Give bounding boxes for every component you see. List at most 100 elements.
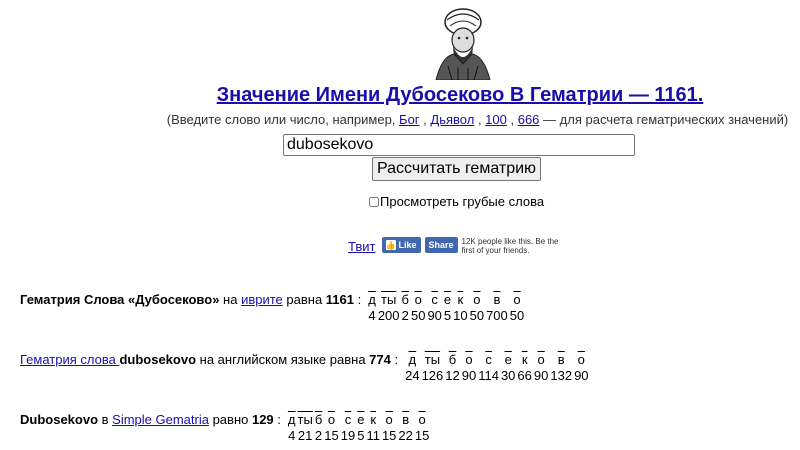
result-lead: Гематрия Слова «Дубосеково» на иврите ра… bbox=[20, 292, 361, 308]
letter-char: ты bbox=[424, 352, 441, 367]
rude-words-toggle[interactable]: Просмотреть грубые слова bbox=[369, 194, 544, 209]
letter-value: 19 bbox=[340, 428, 356, 443]
letter-cell: о 15 bbox=[323, 412, 339, 444]
portrait-illustration bbox=[435, 8, 491, 80]
hint-prefix: (Введите слово или число, например, bbox=[166, 112, 396, 127]
letter-cell: е5 bbox=[443, 292, 452, 324]
letter-char: с bbox=[485, 352, 492, 367]
letter-char: ты bbox=[297, 412, 313, 427]
english-gematria-link[interactable]: Гематрия слова bbox=[20, 352, 119, 367]
letter-cell: в 132 bbox=[549, 352, 573, 384]
letter-breakdown: д 24 ты 126 б 12 о 90 с 114 е 30 к 66 о 90 в 132 о 90 bbox=[404, 352, 589, 384]
letter-cell: ты 126 bbox=[421, 352, 445, 384]
letter-cell: с 90 bbox=[426, 292, 442, 324]
result-text: равна bbox=[282, 292, 326, 307]
letter-char: к bbox=[370, 412, 377, 427]
result-word: dubosekovo bbox=[119, 352, 197, 367]
letter-value: 90 bbox=[574, 368, 589, 383]
letter-char: о bbox=[537, 352, 545, 367]
letter-cell: д 24 bbox=[404, 352, 420, 384]
letter-char: в bbox=[402, 412, 410, 427]
result-colon: : bbox=[353, 292, 362, 307]
result-text: в bbox=[98, 412, 113, 427]
letter-cell: с 114 bbox=[477, 352, 500, 384]
letter-value: 126 bbox=[421, 368, 444, 383]
letter-char: о bbox=[577, 352, 585, 367]
letter-value: 11 bbox=[366, 428, 380, 443]
input-hint: (Введите слово или число, например, Бог … bbox=[166, 112, 789, 127]
letter-char: е bbox=[357, 412, 365, 427]
rude-words-label: Просмотреть грубые слова bbox=[380, 194, 545, 209]
simple-gematria-link[interactable]: Simple Gematria bbox=[112, 412, 209, 427]
result-value: 1161 bbox=[325, 292, 354, 307]
letter-cell: о 90 bbox=[461, 352, 477, 384]
letter-value: 5 bbox=[443, 308, 452, 323]
rude-words-checkbox[interactable] bbox=[369, 196, 379, 207]
letter-breakdown: д 4 ты 21 б 2 о 15 с 19 е 5 к 11 о 15 в 22 о 15 bbox=[287, 412, 430, 444]
letter-value: 30 bbox=[500, 368, 516, 383]
letter-cell: о 50 bbox=[509, 292, 525, 324]
result-title: Гематрия Слова «Дубосеково» bbox=[20, 292, 220, 307]
letter-char: д bbox=[368, 292, 376, 307]
letter-value: 10 bbox=[453, 308, 468, 323]
letter-cell: б2 bbox=[314, 412, 323, 444]
letter-cell: д4 bbox=[367, 292, 377, 324]
letter-value: 15 bbox=[381, 428, 397, 443]
letter-char: б bbox=[448, 352, 457, 367]
letter-value: 15 bbox=[324, 428, 339, 443]
letter-char: о bbox=[385, 412, 393, 427]
facebook-share-button[interactable]: Share bbox=[424, 237, 458, 253]
result-row-english: Гематрия слова dubosekovo на английском … bbox=[20, 352, 590, 384]
letter-cell: в 22 bbox=[397, 412, 413, 444]
hint-link-666[interactable]: 666 bbox=[518, 112, 540, 127]
letter-char: б bbox=[401, 292, 409, 307]
tweet-link[interactable]: Твит bbox=[348, 239, 376, 254]
letter-char: е bbox=[504, 352, 512, 367]
letter-cell: ты 21 bbox=[297, 412, 314, 444]
letter-char: в bbox=[493, 292, 501, 307]
letter-char: б bbox=[314, 412, 323, 427]
result-colon: : bbox=[273, 412, 281, 427]
share-label: Share bbox=[428, 240, 454, 250]
letter-char: о bbox=[327, 412, 336, 427]
hint-link-god[interactable]: Бог bbox=[399, 112, 420, 127]
facebook-like-button[interactable]: 👍 Like bbox=[381, 237, 421, 253]
letter-char: о bbox=[465, 352, 473, 367]
search-input[interactable] bbox=[283, 134, 635, 156]
result-text: на bbox=[219, 292, 242, 307]
hint-link-devil[interactable]: Дьявол bbox=[430, 112, 474, 127]
letter-value: 2 bbox=[314, 428, 323, 443]
letter-cell: е 30 bbox=[500, 352, 516, 384]
result-value: 129 bbox=[251, 412, 274, 427]
letter-cell: е5 bbox=[356, 412, 365, 444]
letter-char: ты bbox=[381, 292, 397, 307]
letter-value: 21 bbox=[297, 428, 313, 443]
like-label: Like bbox=[398, 240, 417, 250]
social-bar: Твит 👍 Like Share 12K people like this. … bbox=[348, 237, 572, 255]
letter-cell: б 12 bbox=[444, 352, 460, 384]
result-lead: Гематрия слова dubosekovo на английском … bbox=[20, 352, 398, 368]
letter-value: 66 bbox=[517, 368, 532, 383]
letter-cell: к 66 bbox=[516, 352, 532, 384]
page-title-link[interactable]: Значение Имени Дубосеково В Гематрии — 1… bbox=[217, 84, 704, 106]
hebrew-link[interactable]: иврите bbox=[241, 292, 283, 307]
letter-char: д bbox=[287, 412, 296, 427]
letter-value: 132 bbox=[550, 368, 573, 383]
like-count-text: 12K people like this. Be the first of yo… bbox=[461, 237, 559, 255]
letter-value: 200 bbox=[377, 308, 400, 323]
letter-value: 90 bbox=[533, 368, 549, 383]
result-text: на английском языке равна bbox=[196, 352, 370, 367]
letter-value: 50 bbox=[509, 308, 525, 323]
hint-link-100[interactable]: 100 bbox=[485, 112, 507, 127]
letter-value: 700 bbox=[486, 308, 508, 323]
letter-char: д bbox=[408, 352, 417, 367]
letter-char: с bbox=[431, 292, 438, 307]
result-text: равно bbox=[208, 412, 252, 427]
letter-value: 114 bbox=[478, 368, 499, 383]
letter-cell: о 15 bbox=[381, 412, 397, 444]
calculate-button[interactable]: Рассчитать гематрию bbox=[372, 157, 542, 181]
letter-value: 12 bbox=[445, 368, 460, 383]
letter-cell: с 19 bbox=[340, 412, 356, 444]
letter-char: о bbox=[418, 412, 426, 427]
letter-value: 4 bbox=[288, 428, 296, 443]
